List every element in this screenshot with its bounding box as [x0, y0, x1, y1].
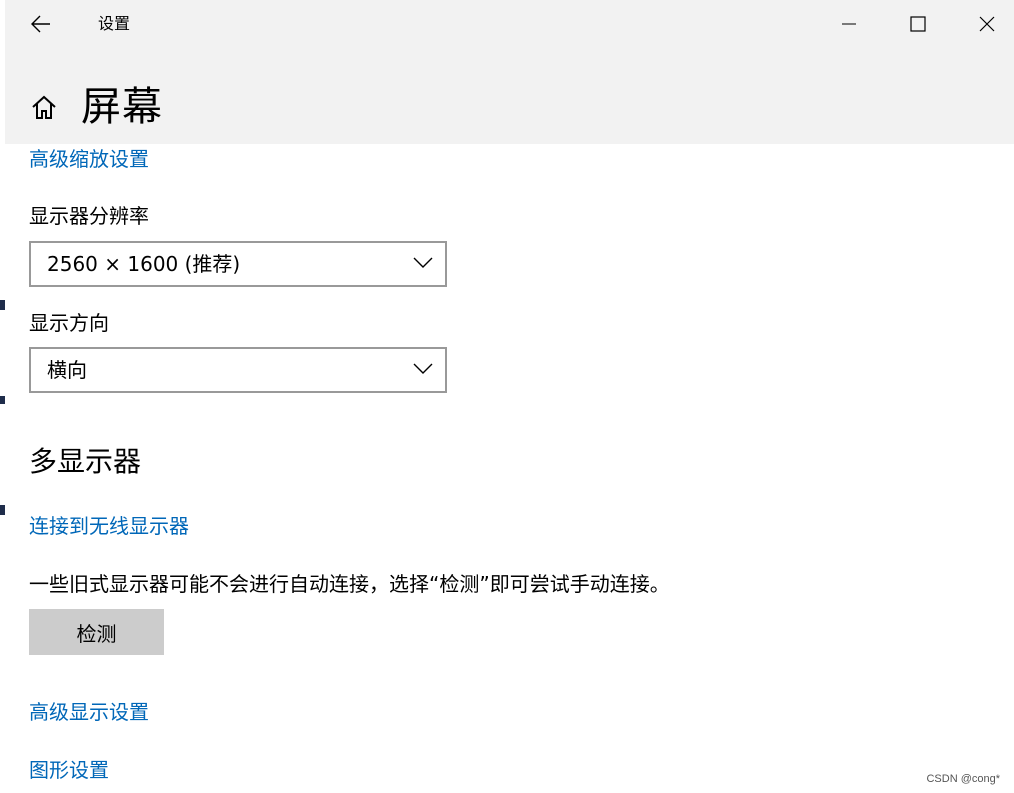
- connect-wireless-display-link[interactable]: 连接到无线显示器: [29, 512, 189, 540]
- maximize-button[interactable]: [884, 0, 952, 48]
- home-icon: [32, 95, 56, 119]
- close-icon: [979, 16, 995, 32]
- close-button[interactable]: [953, 0, 1014, 48]
- minimize-button[interactable]: [815, 0, 883, 48]
- page-title: 屏幕: [81, 84, 163, 130]
- settings-window: 设置 屏幕 高级缩放设置 显示器分辨率 2560 × 1600 (推荐) 显示方…: [5, 0, 1014, 793]
- orientation-label: 显示方向: [29, 311, 109, 335]
- chevron-down-icon: [413, 363, 433, 374]
- chevron-down-icon: [413, 257, 433, 268]
- maximize-icon: [910, 16, 926, 32]
- graphics-settings-link[interactable]: 图形设置: [29, 756, 109, 784]
- advanced-scaling-link[interactable]: 高级缩放设置: [29, 145, 149, 173]
- detect-button[interactable]: 检测: [29, 609, 164, 655]
- header-area: 设置 屏幕: [5, 0, 1014, 144]
- resolution-dropdown[interactable]: 2560 × 1600 (推荐): [29, 241, 447, 287]
- orientation-dropdown[interactable]: 横向: [29, 347, 447, 393]
- watermark: CSDN @cong*: [926, 773, 1000, 785]
- multi-display-heading: 多显示器: [29, 445, 142, 478]
- window-title: 设置: [98, 14, 131, 33]
- back-button[interactable]: [23, 6, 59, 42]
- resolution-value: 2560 × 1600 (推荐): [47, 252, 241, 276]
- detect-description: 一些旧式显示器可能不会进行自动连接，选择“检测”即可尝试手动连接。: [29, 572, 670, 596]
- home-button[interactable]: [27, 90, 61, 124]
- orientation-value: 横向: [47, 358, 87, 382]
- advanced-display-settings-link[interactable]: 高级显示设置: [29, 698, 149, 726]
- resolution-label: 显示器分辨率: [29, 204, 149, 228]
- minimize-icon: [842, 23, 856, 25]
- arrow-left-icon: [31, 15, 50, 33]
